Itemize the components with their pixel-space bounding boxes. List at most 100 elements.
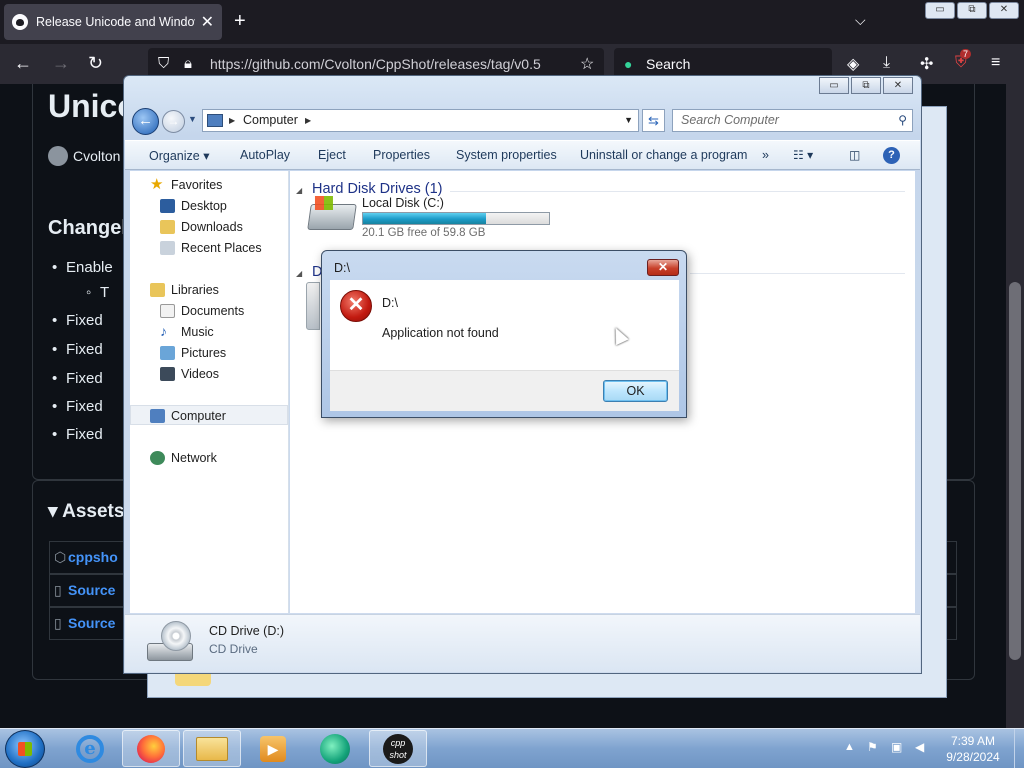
sidebar-item-documents[interactable]: Documents xyxy=(130,301,288,321)
asset-name: cppsho xyxy=(68,549,118,565)
close-tab-icon[interactable]: ✕ xyxy=(201,12,214,32)
assets-heading[interactable]: ▾ Assets xyxy=(48,500,124,523)
internet-explorer-icon: e xyxy=(76,734,104,763)
refresh-button[interactable]: ⇆ xyxy=(642,109,665,132)
drive-usage-bar xyxy=(362,212,550,225)
sidebar-item-recent-places[interactable]: Recent Places xyxy=(130,238,288,258)
organize-button[interactable]: Organize ▾ xyxy=(149,148,209,163)
help-icon[interactable]: ? xyxy=(883,147,900,164)
minimize-button[interactable]: ▭ xyxy=(819,77,849,94)
list-all-tabs-button[interactable]: ⌵ xyxy=(855,12,866,29)
error-icon: ✕ xyxy=(340,290,372,322)
autoplay-button[interactable]: AutoPlay xyxy=(240,148,290,162)
change-view-icon[interactable]: ☷ ▾ xyxy=(793,148,813,162)
sidebar-item-libraries[interactable]: Libraries xyxy=(130,280,288,300)
maximize-button[interactable]: ⧉ xyxy=(851,77,881,94)
taskbar-internet-explorer[interactable]: e xyxy=(61,730,119,767)
sidebar-item-network[interactable]: Network xyxy=(130,448,288,468)
sidebar-item-music[interactable]: ♪ Music xyxy=(130,322,288,342)
volume-muted-icon[interactable]: ◀ xyxy=(915,740,929,754)
ok-button[interactable]: OK xyxy=(603,380,668,402)
cd-drive-icon xyxy=(147,621,195,663)
downloads-icon[interactable]: ⤓ xyxy=(883,54,890,72)
system-properties-button[interactable]: System properties xyxy=(456,148,557,162)
uninstall-button[interactable]: Uninstall or change a program xyxy=(580,148,747,162)
sidebar-item-videos[interactable]: Videos xyxy=(130,364,288,384)
bookmark-star-icon[interactable]: ☆ xyxy=(580,54,594,74)
address-bar[interactable]: ▶ Computer ▶ ▼ xyxy=(202,109,639,132)
forward-button[interactable]: → xyxy=(162,110,185,133)
dialog-close-button[interactable]: ✕ xyxy=(647,259,679,276)
taskbar-app[interactable] xyxy=(306,730,364,767)
taskbar-explorer[interactable] xyxy=(183,730,241,767)
eject-button[interactable]: Eject xyxy=(318,148,346,162)
list-item: Fixed xyxy=(52,370,103,387)
extensions-icon[interactable]: ✣ xyxy=(920,54,933,74)
back-button[interactable]: ← xyxy=(132,108,159,135)
cd-disc xyxy=(161,621,191,651)
sidebar-item-label: Computer xyxy=(171,409,226,423)
search-icon: ⚲ xyxy=(898,113,907,127)
clock-time: 7:39 AM xyxy=(950,734,996,748)
new-tab-button[interactable]: + xyxy=(234,10,246,33)
sidebar-item-label: Documents xyxy=(181,304,245,318)
breadcrumb-arrow-icon[interactable]: ▶ xyxy=(229,110,235,131)
page-scrollbar[interactable] xyxy=(1006,84,1024,728)
group-header-hard-disks[interactable]: Hard Disk Drives (1) xyxy=(296,181,443,197)
close-window-button[interactable]: ✕ xyxy=(989,2,1019,19)
cd-drive-icon[interactable] xyxy=(306,282,320,330)
search-input[interactable]: Search Computer ⚲ xyxy=(672,109,913,132)
group-divider xyxy=(450,191,905,192)
extension-badge: 7 xyxy=(960,49,972,59)
more-commands-button[interactable]: » xyxy=(762,148,769,162)
minimize-button[interactable]: ▭ xyxy=(925,2,955,19)
release-author[interactable]: Cvolton xyxy=(48,146,120,166)
music-icon: ♪ xyxy=(160,323,167,339)
sidebar-item-label: Pictures xyxy=(181,346,227,360)
maximize-button[interactable]: ⧉ xyxy=(957,2,987,19)
sidebar-item-desktop[interactable]: Desktop xyxy=(130,196,288,216)
sidebar-item-pictures[interactable]: Pictures xyxy=(130,343,288,363)
browser-tab[interactable]: Release Unicode and Windows ✕ xyxy=(4,4,222,40)
app-icon xyxy=(320,733,350,764)
folder-icon xyxy=(175,674,211,686)
breadcrumb[interactable]: Computer xyxy=(243,113,298,127)
menu-icon[interactable]: ≡ xyxy=(991,54,1000,72)
file-zip-icon: ▯ xyxy=(54,582,62,598)
back-icon[interactable]: ← xyxy=(14,53,32,74)
sidebar-item-computer[interactable]: Computer xyxy=(130,405,288,425)
address-dropdown-icon[interactable]: ▼ xyxy=(624,110,633,131)
navigation-pane: ★ Favorites Desktop Downloads Recent Pla… xyxy=(130,171,289,613)
show-desktop-button[interactable] xyxy=(1014,729,1024,768)
sidebar-item-label: Desktop xyxy=(181,199,227,213)
action-center-flag-icon[interactable]: ⚑ xyxy=(867,740,881,754)
preview-pane-icon[interactable]: ◫ xyxy=(849,148,860,162)
breadcrumb-arrow-icon[interactable]: ▶ xyxy=(305,110,311,131)
sidebar-item-downloads[interactable]: Downloads xyxy=(130,217,288,237)
file-zip-icon: ▯ xyxy=(54,615,62,631)
taskbar-cppshot[interactable]: cpp shot xyxy=(369,730,427,767)
forward-icon[interactable]: → xyxy=(52,53,70,74)
list-item: Fixed xyxy=(52,341,103,358)
sidebar-item-favorites[interactable]: ★ Favorites xyxy=(130,175,288,195)
pictures-icon xyxy=(160,346,175,360)
network-tray-icon[interactable]: ▣ xyxy=(891,740,905,754)
start-button[interactable] xyxy=(5,730,45,768)
group-divider xyxy=(690,273,905,274)
asset-name: Source xyxy=(68,615,116,631)
scrollbar-thumb[interactable] xyxy=(1009,282,1021,660)
group-header-removable[interactable]: D xyxy=(296,264,323,280)
taskbar-media-player[interactable]: ▶ xyxy=(244,730,302,767)
package-icon: ⬡ xyxy=(54,549,67,565)
reload-icon[interactable]: ↻ xyxy=(88,53,103,74)
show-hidden-icons-icon[interactable]: ▲ xyxy=(844,741,855,753)
search-placeholder: Search Computer xyxy=(681,113,779,127)
close-button[interactable]: ✕ xyxy=(883,77,913,94)
videos-icon xyxy=(160,367,175,381)
taskbar-clock[interactable]: 7:39 AM 9/28/2024 xyxy=(934,733,1012,765)
recent-pages-dropdown[interactable]: ▼ xyxy=(188,114,197,124)
pocket-icon[interactable]: ◈ xyxy=(847,54,859,74)
drive-name: Local Disk (C:) xyxy=(362,196,444,210)
taskbar-firefox[interactable] xyxy=(122,730,180,767)
properties-button[interactable]: Properties xyxy=(373,148,430,162)
